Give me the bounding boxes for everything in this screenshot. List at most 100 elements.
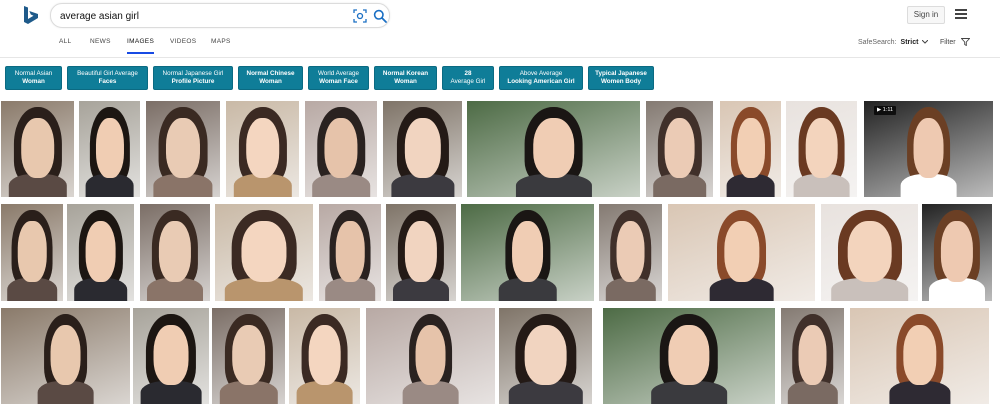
related-search-pill[interactable]: Normal Korean Woman bbox=[374, 66, 437, 90]
pill-line1: World Average bbox=[317, 70, 360, 77]
chevron-down-icon bbox=[922, 39, 929, 44]
related-searches-bar: Normal Asian Woman Beautiful Girl Average… bbox=[0, 66, 1000, 90]
tab-all[interactable]: ALL bbox=[59, 38, 71, 45]
pill-line1: Normal Asian bbox=[14, 70, 53, 77]
face-shape bbox=[805, 118, 838, 178]
related-search-pill[interactable]: Normal Chinese Woman bbox=[238, 66, 303, 90]
image-result-tile[interactable] bbox=[467, 101, 640, 197]
funnel-icon bbox=[959, 38, 971, 47]
image-result-tile[interactable] bbox=[67, 204, 134, 301]
image-result-tile[interactable] bbox=[319, 204, 381, 301]
tab-images[interactable]: IMAGES bbox=[127, 38, 155, 54]
bing-logo-icon[interactable] bbox=[22, 5, 40, 25]
face-shape bbox=[524, 325, 567, 385]
filter-label: Filter bbox=[940, 38, 956, 46]
related-search-pill[interactable]: Normal Japanese Girl Profile Picture bbox=[153, 66, 233, 90]
face-shape bbox=[153, 325, 189, 385]
face-shape bbox=[165, 118, 201, 178]
image-result-tile[interactable] bbox=[146, 101, 220, 197]
image-result-tile[interactable] bbox=[386, 204, 456, 301]
search-input[interactable] bbox=[60, 8, 340, 24]
face-shape bbox=[308, 325, 341, 385]
related-search-pill[interactable]: Above Average Looking American Girl bbox=[499, 66, 583, 90]
image-result-tile[interactable] bbox=[499, 308, 592, 404]
safesearch-value[interactable]: Strict bbox=[901, 39, 919, 46]
face-shape bbox=[17, 221, 47, 282]
image-result-tile[interactable] bbox=[1, 308, 130, 404]
image-result-tile[interactable] bbox=[668, 204, 815, 301]
search-icon[interactable] bbox=[373, 9, 387, 23]
image-result-tile[interactable] bbox=[1, 204, 63, 301]
pill-line2: Average Girl bbox=[450, 78, 486, 85]
face-shape bbox=[50, 325, 81, 385]
image-result-tile[interactable] bbox=[366, 308, 495, 404]
image-result-tile[interactable] bbox=[850, 308, 989, 404]
sign-in-button[interactable]: Sign in bbox=[907, 6, 945, 24]
image-result-tile[interactable] bbox=[383, 101, 462, 197]
related-search-pill[interactable]: Typical Japanese Women Body bbox=[588, 66, 654, 90]
image-result-tile[interactable] bbox=[461, 204, 594, 301]
filter-button[interactable]: Filter bbox=[940, 38, 971, 47]
face-shape bbox=[95, 118, 124, 178]
image-result-tile[interactable] bbox=[1, 101, 74, 197]
search-box bbox=[50, 3, 390, 28]
pill-line1: Above Average bbox=[519, 70, 563, 77]
pill-line2: Profile Picture bbox=[171, 78, 215, 85]
image-result-tile[interactable] bbox=[821, 204, 918, 301]
pill-line1: Typical Japanese bbox=[595, 70, 647, 77]
face-shape bbox=[902, 325, 937, 385]
face-shape bbox=[245, 118, 280, 178]
image-result-tile[interactable] bbox=[786, 101, 857, 197]
face-shape bbox=[847, 221, 892, 282]
face-shape bbox=[85, 221, 116, 282]
related-search-pill[interactable]: Normal Asian Woman bbox=[5, 66, 62, 90]
hamburger-menu-icon[interactable] bbox=[955, 9, 967, 19]
face-shape bbox=[404, 118, 441, 178]
image-result-tile[interactable] bbox=[603, 308, 775, 404]
pill-line1: Normal Korean bbox=[382, 70, 429, 77]
face-shape bbox=[913, 118, 944, 178]
header: Sign in ALL NEWS IMAGES VIDEOS MAPS Safe… bbox=[0, 0, 1000, 58]
image-result-tile[interactable] bbox=[226, 101, 299, 197]
face-shape bbox=[20, 118, 55, 178]
related-search-pill[interactable]: World Average Woman Face bbox=[308, 66, 369, 90]
pill-line2: Women Body bbox=[600, 78, 642, 85]
related-search-pill[interactable]: Beautiful Girl Average Faces bbox=[67, 66, 148, 90]
image-result-tile[interactable] bbox=[305, 101, 377, 197]
image-result-tile[interactable] bbox=[215, 204, 313, 301]
image-result-tile[interactable] bbox=[599, 204, 662, 301]
face-shape bbox=[158, 221, 192, 282]
image-result-tile[interactable] bbox=[133, 308, 209, 404]
pill-line1: Normal Japanese Girl bbox=[162, 70, 224, 77]
face-shape bbox=[335, 221, 365, 282]
image-result-tile[interactable] bbox=[140, 204, 210, 301]
pill-line1: 28 bbox=[464, 70, 472, 77]
image-result-tile[interactable] bbox=[289, 308, 360, 404]
pill-line2: Woman bbox=[259, 78, 282, 85]
tab-news[interactable]: NEWS bbox=[90, 38, 111, 45]
face-shape bbox=[736, 118, 765, 178]
face-shape bbox=[324, 118, 358, 178]
face-shape bbox=[511, 221, 544, 282]
related-search-pill[interactable]: 28 Average Girl bbox=[442, 66, 494, 90]
face-shape bbox=[940, 221, 974, 282]
face-shape bbox=[668, 325, 710, 385]
safesearch-control[interactable]: SafeSearch: Strict bbox=[858, 39, 929, 46]
tab-maps[interactable]: MAPS bbox=[211, 38, 231, 45]
image-result-tile[interactable] bbox=[79, 101, 140, 197]
pill-line2: Woman bbox=[394, 78, 417, 85]
image-result-tile[interactable] bbox=[212, 308, 285, 404]
image-result-tile[interactable] bbox=[720, 101, 781, 197]
pill-line1: Beautiful Girl Average bbox=[77, 70, 138, 77]
face-shape bbox=[241, 221, 287, 282]
tab-videos[interactable]: VIDEOS bbox=[170, 38, 196, 45]
image-result-tile[interactable] bbox=[646, 101, 713, 197]
face-shape bbox=[532, 118, 575, 178]
visual-search-icon[interactable] bbox=[353, 9, 367, 23]
image-result-tile[interactable] bbox=[922, 204, 992, 301]
face-shape bbox=[616, 221, 645, 282]
face-shape bbox=[404, 221, 438, 282]
pill-line1: Normal Chinese bbox=[246, 70, 295, 77]
image-result-tile[interactable] bbox=[781, 308, 844, 404]
image-result-tile[interactable] bbox=[864, 101, 993, 197]
